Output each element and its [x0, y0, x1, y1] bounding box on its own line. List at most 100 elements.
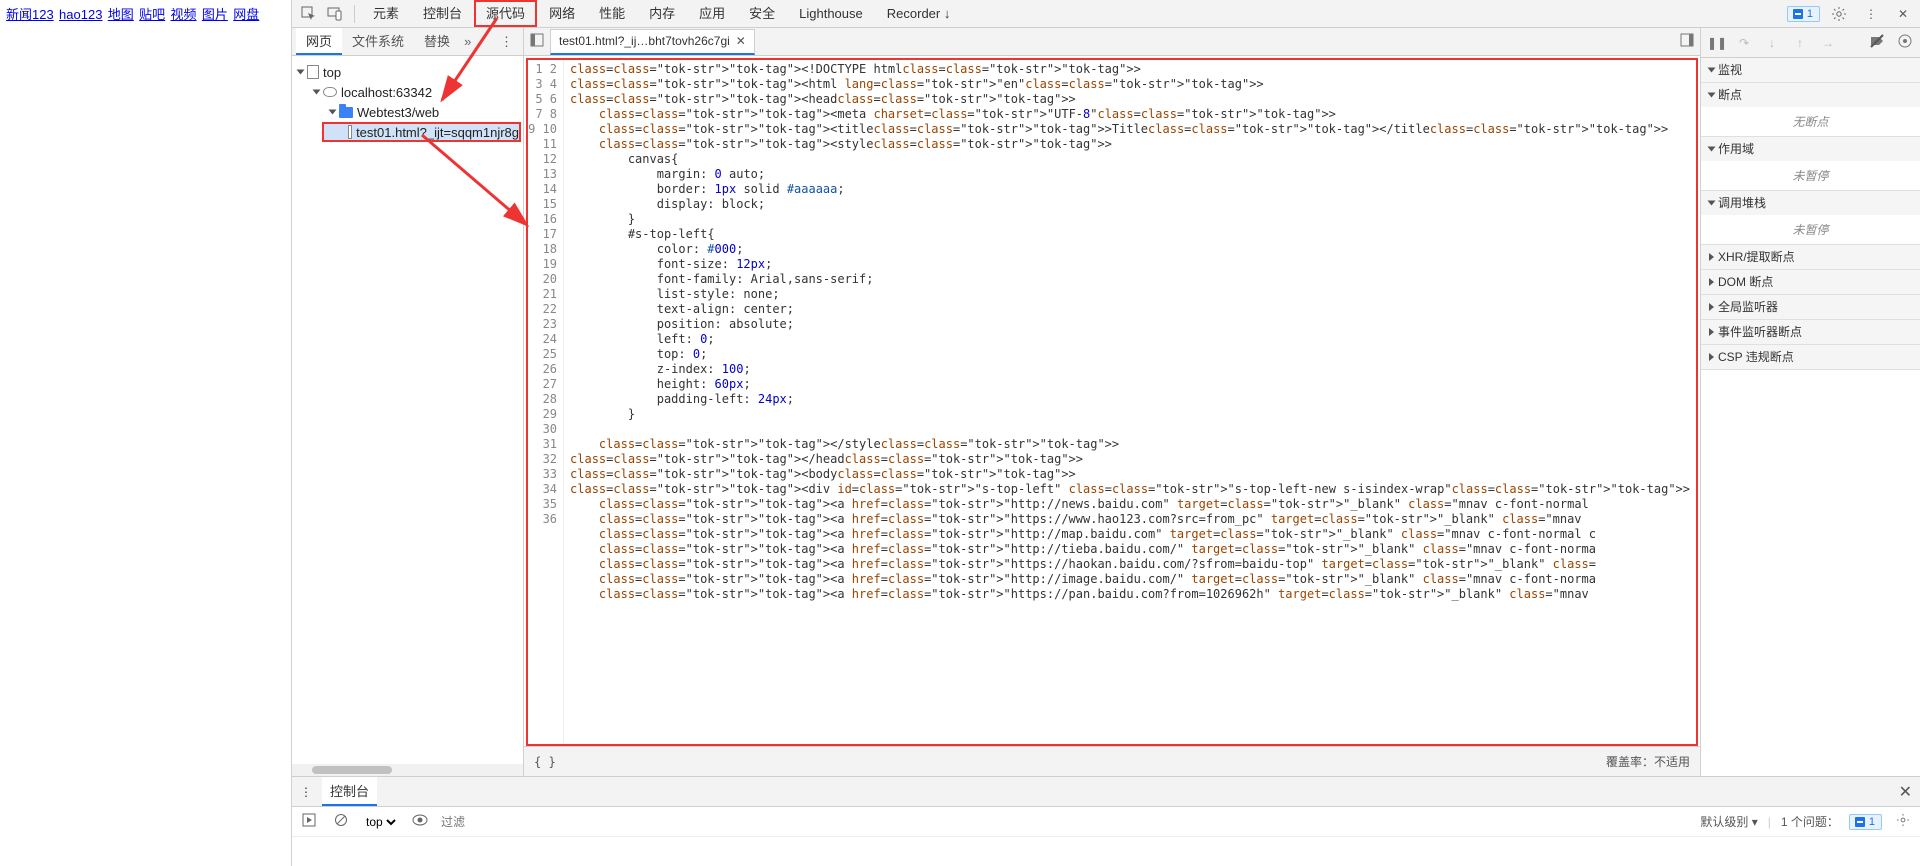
panel-watch[interactable]: 监视 — [1701, 58, 1920, 82]
page-link[interactable]: 贴吧 — [139, 7, 165, 22]
show-nav-icon[interactable] — [1680, 33, 1694, 50]
panel-scope[interactable]: 作用域 — [1701, 137, 1920, 161]
devtools-main-tabs: 元素 控制台 源代码 网络 性能 内存 应用 安全 Lighthouse Rec… — [292, 0, 1920, 28]
step-icon[interactable]: → — [1819, 36, 1837, 50]
frame-icon — [307, 65, 319, 79]
tab-performance[interactable]: 性能 — [587, 0, 637, 27]
pause-icon[interactable]: ❚❚ — [1707, 36, 1725, 50]
debugger-sidebar: ❚❚ ↷ ↓ ↑ → 监视 断点 无断点 — [1700, 28, 1920, 776]
tree-host[interactable]: localhost:63342 — [292, 82, 523, 102]
panel-csp[interactable]: CSP 违规断点 — [1701, 345, 1920, 369]
console-gear-icon[interactable] — [1892, 813, 1914, 830]
page-link[interactable]: 网盘 — [233, 7, 259, 22]
code-content[interactable]: class=class="tok-str">"tok-tag"><!DOCTYP… — [564, 60, 1696, 744]
drawer-tabs: ⋮ 控制台 ✕ — [292, 777, 1920, 807]
tab-network[interactable]: 网络 — [537, 0, 587, 27]
devtools: 元素 控制台 源代码 网络 性能 内存 应用 安全 Lighthouse Rec… — [292, 0, 1920, 866]
tab-elements[interactable]: 元素 — [361, 0, 411, 27]
issues-count: 1 — [1807, 8, 1813, 20]
log-level-select[interactable]: 默认级别 ▾ — [1700, 813, 1757, 830]
panel-global[interactable]: 全局监听器 — [1701, 295, 1920, 319]
more-menu-icon[interactable]: ⋮ — [1858, 1, 1884, 27]
tree-label: top — [323, 65, 341, 80]
callstack-empty: 未暂停 — [1701, 215, 1920, 244]
inspect-icon[interactable] — [296, 1, 322, 27]
toggle-nav-icon[interactable] — [530, 33, 544, 50]
editor-tabs: test01.html?_ij…bht7tovh26c7gi ✕ — [524, 28, 1700, 56]
gear-icon[interactable] — [1826, 1, 1852, 27]
issues-text: 1 个问题： — [1781, 813, 1839, 830]
nav-tab-overrides[interactable]: 替换 — [414, 28, 460, 55]
nav-tab-page[interactable]: 网页 — [296, 28, 342, 55]
step-out-icon[interactable]: ↑ — [1791, 36, 1809, 50]
panel-event[interactable]: 事件监听器断点 — [1701, 320, 1920, 344]
file-icon — [348, 125, 352, 139]
breakpoints-empty: 无断点 — [1701, 107, 1920, 136]
tree-top[interactable]: top — [292, 62, 523, 82]
close-icon[interactable]: ✕ — [1890, 1, 1916, 27]
nav-menu-icon[interactable]: ⋮ — [494, 34, 519, 50]
panel-dom[interactable]: DOM 断点 — [1701, 270, 1920, 294]
separator — [354, 5, 355, 23]
editor-file-tab[interactable]: test01.html?_ij…bht7tovh26c7gi ✕ — [550, 29, 755, 55]
step-into-icon[interactable]: ↓ — [1763, 36, 1781, 50]
tab-security[interactable]: 安全 — [737, 0, 787, 27]
panel-breakpoints[interactable]: 断点 — [1701, 83, 1920, 107]
page-link[interactable]: 新闻123 — [6, 7, 54, 22]
sources-navigator: 网页 文件系统 替换 » ⋮ top localhost:6334 — [292, 28, 524, 776]
line-gutter: 1 2 3 4 5 6 7 8 9 10 11 12 13 14 15 16 1… — [528, 60, 564, 744]
expand-icon — [313, 90, 321, 95]
sources-editor: test01.html?_ij…bht7tovh26c7gi ✕ 1 2 3 4… — [524, 28, 1700, 776]
deactivate-bp-icon[interactable] — [1868, 34, 1886, 51]
panel-callstack[interactable]: 调用堆栈 — [1701, 191, 1920, 215]
pause-exceptions-icon[interactable] — [1896, 34, 1914, 51]
tab-application[interactable]: 应用 — [687, 0, 737, 27]
file-tree[interactable]: top localhost:63342 Webtest3/web — [292, 56, 523, 148]
nav-tab-filesystem[interactable]: 文件系统 — [342, 28, 414, 55]
top-left-links: 新闻123 hao123 地图 贴吧 视频 图片 网盘 — [6, 4, 285, 23]
page-link[interactable]: 地图 — [108, 7, 134, 22]
expand-icon — [297, 70, 305, 75]
tab-console[interactable]: 控制台 — [411, 0, 474, 27]
filter-input[interactable] — [441, 815, 641, 829]
page-link[interactable]: 图片 — [202, 7, 228, 22]
editor-footer: { } 覆盖率：不适用 — [524, 746, 1700, 776]
tree-label: test01.html?_ijt=sqqm1njr8g — [356, 125, 519, 140]
issues-chip[interactable]: 1 — [1787, 6, 1820, 22]
expand-icon — [329, 110, 337, 115]
tree-label: Webtest3/web — [357, 105, 439, 120]
context-select[interactable]: top — [362, 814, 399, 830]
live-expression-icon[interactable] — [409, 814, 431, 829]
code-editor[interactable]: 1 2 3 4 5 6 7 8 9 10 11 12 13 14 15 16 1… — [526, 58, 1698, 746]
drawer-menu-icon[interactable]: ⋮ — [300, 785, 312, 799]
page-link[interactable]: hao123 — [59, 7, 102, 22]
clear-console-icon[interactable] — [330, 813, 352, 830]
close-tab-icon[interactable]: ✕ — [736, 29, 746, 53]
step-over-icon[interactable]: ↷ — [1735, 36, 1753, 50]
pretty-print-icon[interactable]: { } — [534, 755, 556, 769]
nav-tab-more[interactable]: » — [464, 34, 471, 49]
page-link[interactable]: 视频 — [171, 7, 197, 22]
drawer-tab-console[interactable]: 控制台 — [322, 777, 377, 806]
panel-xhr[interactable]: XHR/提取断点 — [1701, 245, 1920, 269]
page-content: 新闻123 hao123 地图 贴吧 视频 图片 网盘 — [0, 0, 292, 866]
coverage-label: 覆盖率：不适用 — [1606, 753, 1690, 770]
console-drawer: ⋮ 控制台 ✕ top 默认级别 ▾ | 1 个问题： — [292, 776, 1920, 866]
cloud-icon — [323, 87, 337, 97]
folder-icon — [339, 107, 353, 118]
tree-folder[interactable]: Webtest3/web — [292, 102, 523, 122]
navigator-tabs: 网页 文件系统 替换 » ⋮ — [292, 28, 523, 56]
console-sidebar-icon[interactable] — [298, 813, 320, 830]
scope-empty: 未暂停 — [1701, 161, 1920, 190]
tree-label: localhost:63342 — [341, 85, 432, 100]
tab-sources[interactable]: 源代码 — [474, 0, 537, 27]
tab-memory[interactable]: 内存 — [637, 0, 687, 27]
drawer-issues-chip[interactable]: 1 — [1849, 814, 1882, 830]
drawer-close-icon[interactable]: ✕ — [1899, 782, 1912, 802]
tree-file-selected[interactable]: test01.html?_ijt=sqqm1njr8g — [322, 122, 521, 142]
tree-scrollbar[interactable] — [292, 764, 523, 776]
tab-lighthouse[interactable]: Lighthouse — [787, 0, 875, 27]
debugger-toolbar: ❚❚ ↷ ↓ ↑ → — [1701, 28, 1920, 58]
tab-recorder[interactable]: Recorder ↓ — [875, 0, 963, 27]
device-toggle-icon[interactable] — [322, 1, 348, 27]
